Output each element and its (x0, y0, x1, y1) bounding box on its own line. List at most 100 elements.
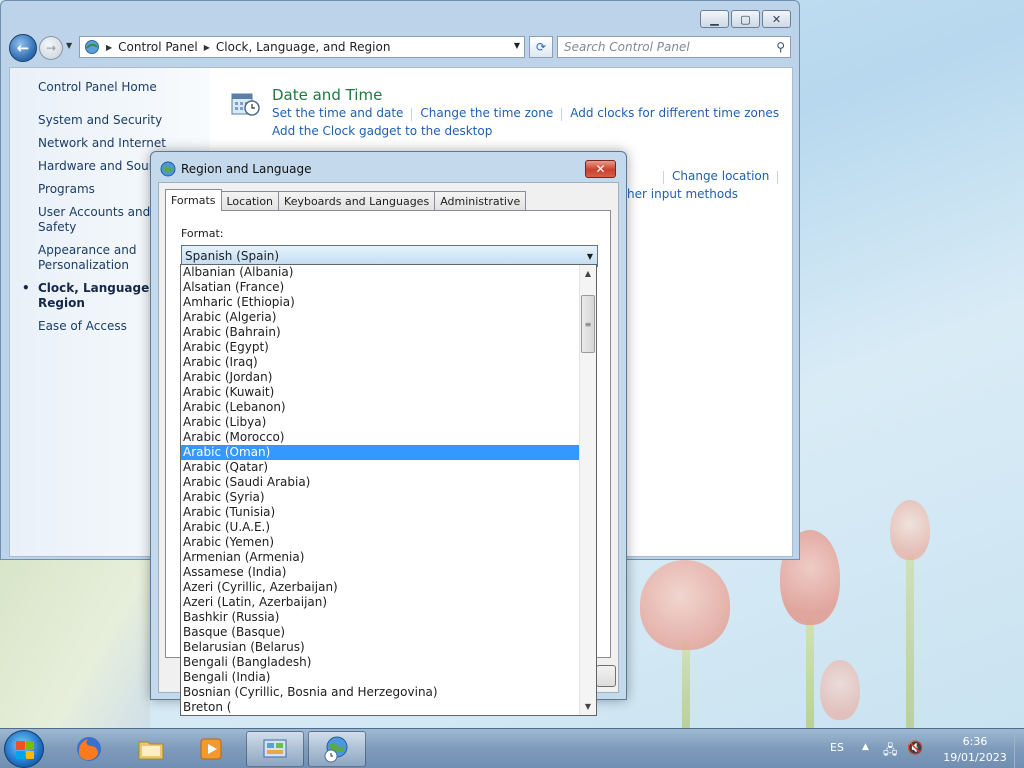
language-indicator[interactable]: ES (830, 741, 844, 754)
format-option[interactable]: Armenian (Armenia) (181, 550, 579, 565)
dialog-close-button[interactable]: ✕ (585, 160, 616, 178)
format-option[interactable]: Arabic (Egypt) (181, 340, 579, 355)
format-option[interactable]: Arabic (Algeria) (181, 310, 579, 325)
chevron-down-icon[interactable]: ▼ (587, 252, 593, 261)
format-option[interactable]: Arabic (Saudi Arabia) (181, 475, 579, 490)
search-placeholder: Search Control Panel (564, 40, 690, 54)
maximize-button[interactable]: ▢ (731, 10, 760, 28)
network-icon[interactable]: 🖧 (883, 741, 898, 763)
set-time-date-link[interactable]: Set the time and date (272, 106, 403, 120)
tab-keyboards-languages[interactable]: Keyboards and Languages (278, 191, 436, 211)
add-clock-gadget-link[interactable]: Add the Clock gadget to the desktop (272, 124, 492, 138)
taskbar-media-player[interactable] (182, 731, 240, 767)
link-separator (411, 107, 413, 121)
control-panel-icon (85, 40, 99, 54)
format-option[interactable]: Bashkir (Russia) (181, 610, 579, 625)
control-panel-home-link[interactable]: Control Panel Home (38, 80, 210, 95)
format-option[interactable]: Arabic (Kuwait) (181, 385, 579, 400)
globe-icon (160, 161, 176, 177)
tab-location[interactable]: Location (220, 191, 280, 211)
minimize-button[interactable]: ▁ (700, 10, 729, 28)
clock[interactable]: 6:36 19/01/2023 (936, 734, 1014, 766)
desktop-foliage (0, 560, 150, 730)
nav-item-network-internet[interactable]: Network and Internet (38, 136, 210, 151)
format-option[interactable]: Arabic (Bahrain) (181, 325, 579, 340)
show-desktop-button[interactable] (1014, 729, 1024, 768)
breadcrumb-control-panel[interactable]: Control Panel (118, 40, 198, 54)
format-option[interactable]: Assamese (India) (181, 565, 579, 580)
desktop-tulip (890, 500, 930, 560)
format-option[interactable]: Arabic (Yemen) (181, 535, 579, 550)
nav-item-appearance[interactable]: Appearance and Personalization (38, 243, 148, 273)
refresh-button[interactable]: ⟳ (529, 36, 553, 58)
date-time-links: Set the time and date Change the time zon… (272, 106, 779, 121)
format-option[interactable]: Arabic (U.A.E.) (181, 520, 579, 535)
format-option[interactable]: Basque (Basque) (181, 625, 579, 640)
arrow-left-icon: ← (16, 39, 30, 57)
format-option[interactable]: Arabic (Jordan) (181, 370, 579, 385)
nav-item-system-security[interactable]: System and Security (38, 113, 210, 128)
format-option[interactable]: Breton ( (181, 700, 579, 715)
format-option[interactable]: Arabic (Morocco) (181, 430, 579, 445)
change-time-zone-link[interactable]: Change the time zone (420, 106, 553, 120)
format-option[interactable]: Azeri (Latin, Azerbaijan) (181, 595, 579, 610)
date-time-title[interactable]: Date and Time (272, 86, 382, 104)
dialog-button-partial[interactable] (596, 665, 616, 687)
format-option[interactable]: Arabic (Libya) (181, 415, 579, 430)
arrow-right-icon: → (45, 41, 57, 55)
taskbar-control-panel[interactable] (246, 731, 304, 767)
window-caption: ▁ ▢ ✕ (1, 1, 799, 33)
format-options: Albanian (Albania) Alsatian (France) Amhar… (181, 265, 579, 715)
format-option[interactable]: Arabic (Tunisia) (181, 505, 579, 520)
taskbar-firefox[interactable] (60, 731, 118, 767)
format-option[interactable]: Arabic (Oman) (181, 445, 579, 460)
breadcrumb-separator: ▶ (203, 42, 210, 52)
change-location-link[interactable]: Change location (672, 169, 769, 183)
close-button[interactable]: ✕ (762, 10, 791, 28)
clock-date: 19/01/2023 (943, 751, 1007, 764)
format-option[interactable]: Arabic (Iraq) (181, 355, 579, 370)
format-dropdown-list[interactable]: Albanian (Albania) Alsatian (France) Amhar… (180, 264, 597, 716)
format-option[interactable]: Bengali (India) (181, 670, 579, 685)
recent-pages-button[interactable]: ▼ (66, 41, 72, 50)
link-separator (663, 170, 664, 184)
address-dropdown-icon[interactable]: ▼ (514, 41, 520, 50)
back-button[interactable]: ← (9, 34, 37, 62)
forward-button[interactable]: → (39, 36, 63, 60)
breadcrumb-clock-language-region[interactable]: Clock, Language, and Region (216, 40, 391, 54)
add-clocks-link[interactable]: Add clocks for different time zones (570, 106, 779, 120)
refresh-icon: ⟳ (535, 40, 547, 54)
format-option[interactable]: Arabic (Qatar) (181, 460, 579, 475)
dialog-caption: Region and Language ✕ (151, 152, 626, 182)
link-separator (777, 170, 779, 184)
search-input[interactable]: Search Control Panel ⚲ (557, 36, 791, 58)
show-hidden-icons[interactable]: ▲ (862, 742, 869, 752)
taskbar-explorer[interactable] (122, 731, 180, 767)
scrollbar-thumb[interactable]: ≡ (581, 295, 595, 353)
desktop-stem (682, 640, 690, 730)
format-option[interactable]: Albanian (Albania) (181, 265, 579, 280)
format-option[interactable]: Alsatian (France) (181, 280, 579, 295)
volume-muted-icon[interactable]: 🔇 (907, 741, 923, 756)
desktop-stem (906, 555, 914, 730)
taskbar-region-language[interactable] (308, 731, 366, 767)
other-input-methods-link[interactable]: other input methods (615, 187, 738, 201)
tab-formats[interactable]: Formats (165, 189, 222, 211)
dropdown-scrollbar[interactable]: ▲ ≡ ▼ (579, 265, 596, 715)
format-option[interactable]: Arabic (Syria) (181, 490, 579, 505)
format-option[interactable]: Belarusian (Belarus) (181, 640, 579, 655)
format-option[interactable]: Arabic (Lebanon) (181, 400, 579, 415)
scroll-up-icon[interactable]: ▲ (580, 265, 596, 282)
format-option[interactable]: Azeri (Cyrillic, Azerbaijan) (181, 580, 579, 595)
dialog-title: Region and Language (181, 162, 312, 176)
search-icon[interactable]: ⚲ (776, 40, 785, 54)
address-bar[interactable]: ▶ Control Panel ▶ Clock, Language, and R… (79, 36, 525, 58)
format-option[interactable]: Bosnian (Cyrillic, Bosnia and Herzegovin… (181, 685, 579, 700)
start-button[interactable] (4, 730, 44, 768)
scroll-down-icon[interactable]: ▼ (580, 698, 596, 715)
format-option[interactable]: Amharic (Ethiopia) (181, 295, 579, 310)
tab-administrative[interactable]: Administrative (434, 191, 527, 211)
control-panel-icon (263, 739, 287, 758)
format-option[interactable]: Bengali (Bangladesh) (181, 655, 579, 670)
